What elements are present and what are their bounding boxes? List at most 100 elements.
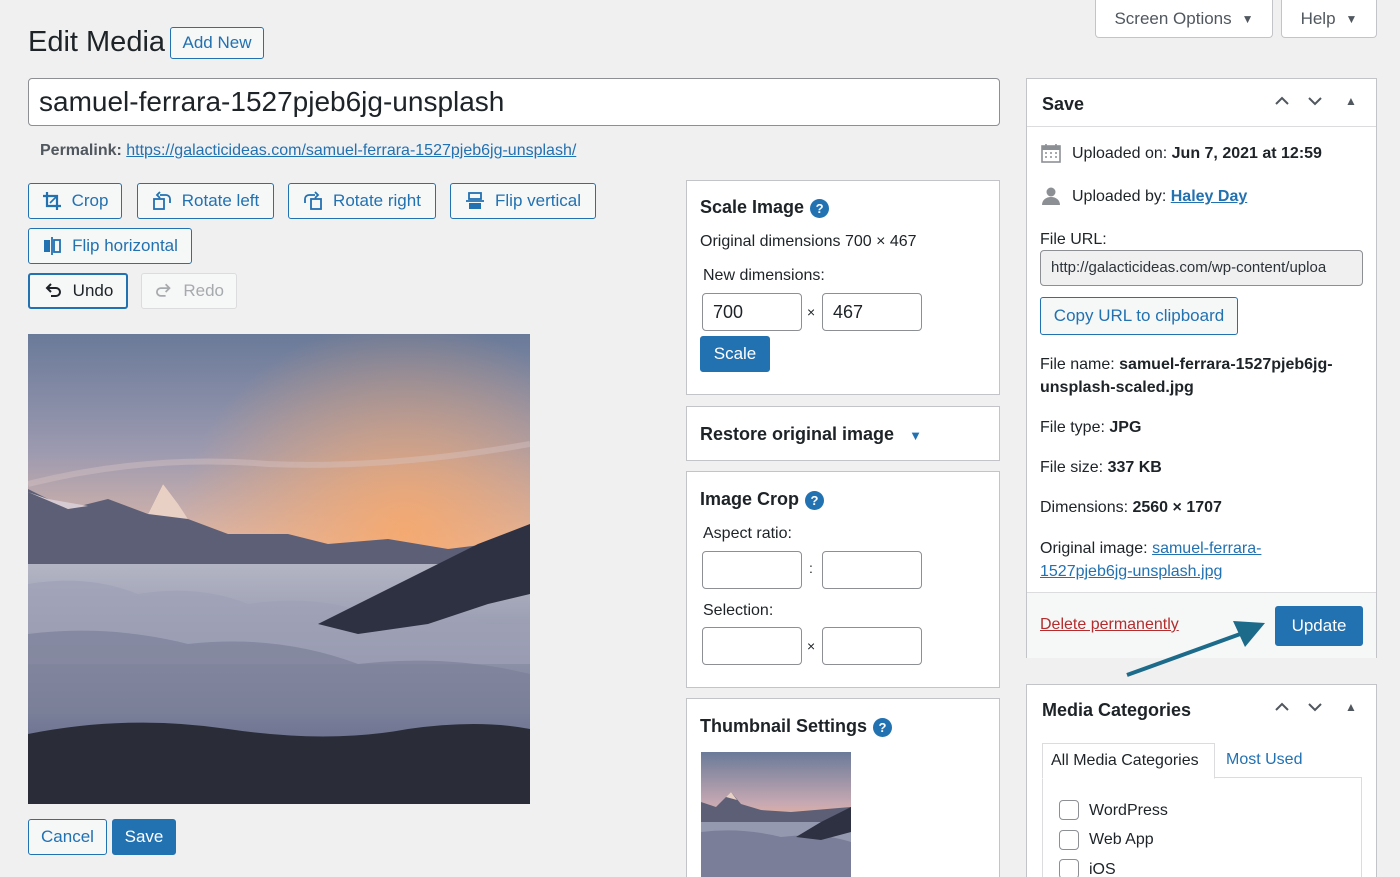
screen-options-button[interactable]: Screen Options ▼: [1095, 0, 1273, 38]
move-up-icon[interactable]: [1272, 697, 1292, 722]
save-editor-button[interactable]: Save: [112, 819, 176, 855]
original-image-link[interactable]: 1527pjeb6jg-unsplash.jpg: [1040, 563, 1222, 580]
flip-vertical-button[interactable]: Flip vertical: [450, 183, 596, 219]
new-dimensions-label: New dimensions:: [703, 267, 825, 284]
image-crop-title: Image Crop?: [700, 489, 825, 510]
rotate-left-label: Rotate left: [181, 191, 260, 210]
flip-horizontal-icon: [44, 237, 61, 255]
cancel-button[interactable]: Cancel: [28, 819, 107, 855]
flip-horizontal-label: Flip horizontal: [72, 236, 178, 255]
help-label: Help: [1300, 8, 1336, 28]
flip-vertical-icon: [466, 192, 485, 209]
aspect-ratio-label: Aspect ratio:: [703, 525, 792, 542]
media-categories-box: Media Categories ▲ All Media Categories …: [1026, 684, 1377, 877]
add-new-button[interactable]: Add New: [170, 27, 264, 59]
main-image: [28, 334, 530, 804]
thumbnail-panel: Thumbnail Settings?: [686, 698, 1000, 877]
file-url-input[interactable]: http://galacticideas.com/wp-content/uplo…: [1040, 250, 1363, 286]
rotate-right-button[interactable]: Rotate right: [288, 183, 436, 219]
page-title: Edit Media: [28, 26, 166, 58]
mountain-landscape-image: [28, 334, 530, 804]
scale-button[interactable]: Scale: [700, 336, 770, 372]
collapse-toggle-icon[interactable]: ▲: [1345, 94, 1357, 108]
help-icon[interactable]: ?: [873, 717, 893, 737]
category-list: WordPress Web App iOS: [1042, 777, 1362, 877]
checkbox-web-app[interactable]: [1059, 830, 1079, 850]
scale-image-title: Scale Image?: [700, 197, 830, 218]
file-name: File name: samuel-ferrara-1527pjeb6jg- u…: [1040, 356, 1333, 396]
flip-vertical-label: Flip vertical: [495, 191, 581, 210]
tab-all-media-categories[interactable]: All Media Categories: [1042, 743, 1215, 779]
aspect-ratio-width-input[interactable]: [702, 551, 802, 589]
rotate-right-label: Rotate right: [333, 191, 421, 210]
rotate-left-icon: [152, 191, 171, 210]
times-separator: ×: [807, 638, 816, 654]
category-label: WordPress: [1089, 802, 1168, 819]
crop-icon: [42, 192, 61, 210]
calendar-icon: [1041, 143, 1061, 168]
save-box-footer: Delete permanently Update: [1027, 592, 1376, 677]
move-up-icon[interactable]: [1272, 91, 1292, 116]
move-down-icon[interactable]: [1305, 697, 1325, 722]
selection-width-input[interactable]: [702, 627, 802, 665]
rotate-right-icon: [304, 191, 322, 210]
redo-label: Redo: [183, 281, 224, 300]
save-box-header: Save ▲: [1027, 79, 1376, 127]
uploaded-by-link[interactable]: Haley Day: [1171, 188, 1248, 205]
original-dimensions: Original dimensions 700 × 467: [700, 233, 917, 250]
save-box-title: Save: [1042, 94, 1085, 114]
copy-url-button[interactable]: Copy URL to clipboard: [1040, 297, 1238, 335]
undo-button[interactable]: Undo: [28, 273, 128, 309]
help-icon[interactable]: ?: [810, 198, 830, 218]
undo-label: Undo: [72, 281, 114, 300]
caret-down-icon: ▼: [909, 428, 922, 443]
move-down-icon[interactable]: [1305, 91, 1325, 116]
undo-icon: [45, 283, 61, 297]
update-button[interactable]: Update: [1275, 606, 1363, 646]
restore-title: Restore original image ▼: [700, 424, 922, 444]
save-box: Save ▲ Uploaded on: Jun 7, 2021 at 12:59…: [1026, 78, 1377, 677]
thumbnail-image: [701, 752, 851, 877]
checkbox-wordpress[interactable]: [1059, 800, 1079, 820]
caret-down-icon: ▼: [1241, 11, 1254, 26]
restore-panel[interactable]: Restore original image ▼: [686, 406, 1000, 461]
crop-label: Crop: [71, 191, 109, 210]
rotate-left-button[interactable]: Rotate left: [137, 183, 274, 219]
file-url-label: File URL:: [1040, 231, 1107, 248]
selection-height-input[interactable]: [822, 627, 922, 665]
media-categories-header: Media Categories ▲: [1027, 685, 1376, 733]
scale-width-input[interactable]: 700: [702, 293, 802, 331]
scale-image-panel: Scale Image? Original dimensions 700 × 4…: [686, 180, 1000, 395]
dimensions: Dimensions: 2560 × 1707: [1040, 499, 1222, 516]
thumbnail-title: Thumbnail Settings?: [700, 716, 893, 737]
redo-button[interactable]: Redo: [141, 273, 237, 309]
caret-down-icon: ▼: [1345, 11, 1358, 26]
flip-horizontal-button[interactable]: Flip horizontal: [28, 228, 192, 264]
selection-label: Selection:: [703, 602, 774, 619]
file-type: File type: JPG: [1040, 419, 1142, 436]
original-image: Original image: samuel-ferrara- 1527pjeb…: [1040, 540, 1262, 580]
checkbox-ios[interactable]: [1059, 859, 1079, 877]
scale-height-input[interactable]: 467: [822, 293, 922, 331]
user-icon: [1041, 186, 1061, 211]
image-crop-panel: Image Crop? Aspect ratio: : Selection: ×: [686, 471, 1000, 688]
permalink-link[interactable]: https://galacticideas.com/samuel-ferrara…: [126, 142, 576, 159]
file-size: File size: 337 KB: [1040, 459, 1162, 476]
aspect-ratio-height-input[interactable]: [822, 551, 922, 589]
colon-separator: :: [809, 560, 813, 576]
title-input[interactable]: samuel-ferrara-1527pjeb6jg-unsplash: [28, 78, 1000, 126]
screen-options-label: Screen Options: [1114, 8, 1232, 28]
category-label: iOS: [1089, 861, 1116, 877]
permalink-label: Permalink:: [40, 142, 122, 159]
help-button[interactable]: Help ▼: [1281, 0, 1377, 38]
category-label: Web App: [1089, 831, 1154, 848]
tab-most-used[interactable]: Most Used: [1226, 751, 1302, 769]
uploaded-by: Uploaded by: Haley Day: [1072, 188, 1248, 205]
help-icon[interactable]: ?: [805, 490, 825, 510]
uploaded-on: Uploaded on: Jun 7, 2021 at 12:59: [1072, 145, 1322, 162]
crop-button[interactable]: Crop: [28, 183, 122, 219]
redo-icon: [156, 283, 171, 297]
times-separator: ×: [807, 304, 816, 320]
collapse-toggle-icon[interactable]: ▲: [1345, 700, 1357, 714]
original-image-link[interactable]: samuel-ferrara-: [1152, 540, 1261, 557]
